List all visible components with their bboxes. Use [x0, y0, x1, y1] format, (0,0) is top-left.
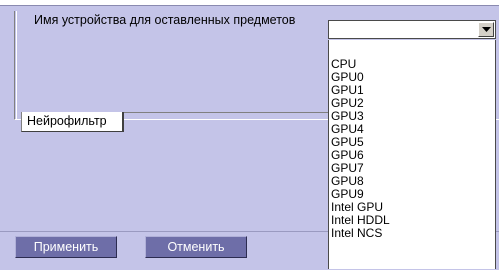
device-select-dropdown-button[interactable]: [478, 22, 494, 37]
dropdown-option[interactable]: Intel NCS: [329, 227, 495, 240]
tab-neurofilter[interactable]: Нейрофильтр: [21, 112, 124, 132]
device-select[interactable]: [328, 20, 496, 39]
dropdown-option-empty[interactable]: [329, 40, 495, 58]
device-label: Имя устройства для оставленных предметов: [34, 13, 296, 27]
device-dropdown-list[interactable]: CPU GPU0 GPU1 GPU2 GPU3 GPU4 GPU5 GPU6 G…: [328, 40, 496, 269]
apply-button[interactable]: Применить: [15, 236, 117, 258]
tab-bar: Нейрофильтр: [14, 112, 328, 134]
chevron-down-icon: [482, 27, 491, 32]
tab-bar-line: [124, 112, 328, 113]
cancel-button[interactable]: Отменить: [145, 236, 247, 258]
